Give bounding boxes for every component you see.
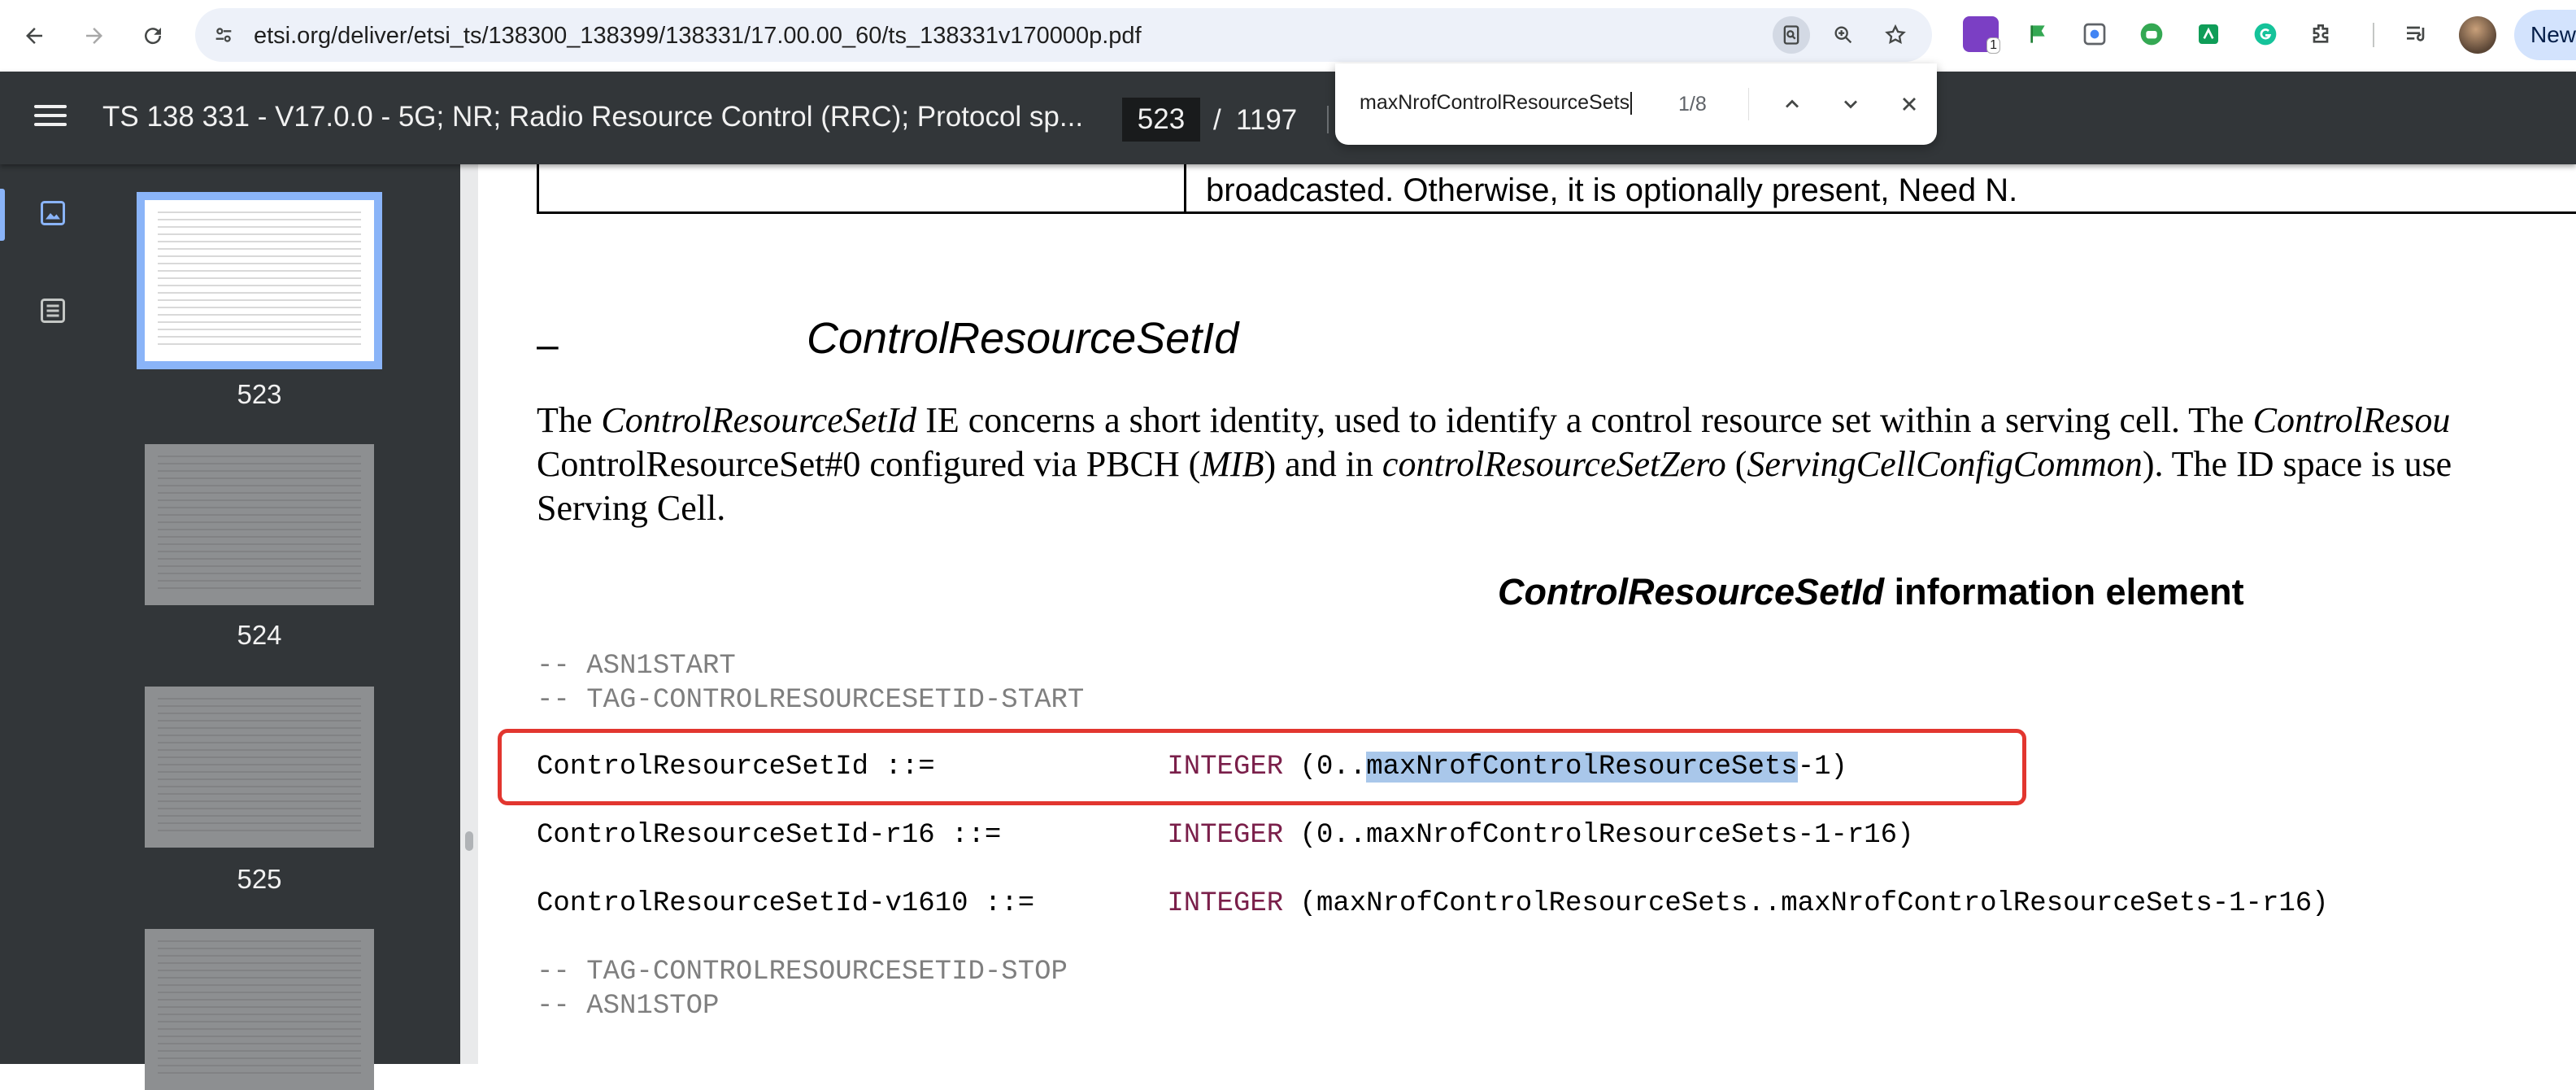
- thumbnail-preview: [158, 940, 361, 1079]
- find-close-button[interactable]: [1890, 85, 1929, 124]
- clause-title: ControlResourceSetId: [807, 314, 1239, 363]
- paragraph-line: The ControlResourceSetId IE concerns a s…: [537, 400, 2451, 440]
- find-next-button[interactable]: [1831, 85, 1870, 124]
- reload-button[interactable]: [133, 16, 172, 55]
- asn-comment: -- TAG-CONTROLRESOURCESETID-START: [537, 685, 1085, 716]
- grammarly-icon[interactable]: [2247, 16, 2283, 52]
- thumbnail-sidebar: 523 524 525: [0, 164, 460, 1090]
- image-icon: [41, 201, 65, 225]
- paragraph-line: Serving Cell.: [537, 488, 726, 528]
- pdf-toolbar: TS 138 331 - V17.0.0 - 5G; NR; Radio Res…: [0, 72, 2576, 164]
- page-total: 1197: [1236, 104, 1298, 136]
- extension-script-icon[interactable]: [2191, 16, 2226, 52]
- forward-arrow-icon: [86, 28, 102, 44]
- new-button[interactable]: New: [2514, 10, 2576, 60]
- browser-toolbar: etsi.org/deliver/etsi_ts/138300_138399/1…: [0, 0, 2576, 72]
- thumbnail-page-525[interactable]: [145, 687, 374, 848]
- thumbnail-preview: [158, 456, 361, 594]
- sidebar-resize-handle[interactable]: [460, 164, 478, 1064]
- star-icon[interactable]: [1877, 16, 1914, 54]
- chevron-down-icon: [1844, 100, 1857, 109]
- url-text[interactable]: etsi.org/deliver/etsi_ts/138300_138399/1…: [254, 23, 1142, 50]
- thumbnail-preview: [158, 211, 361, 350]
- extension-icon[interactable]: 1: [1963, 16, 2000, 54]
- paragraph-line: ControlResourceSet#0 configured via PBCH…: [537, 444, 2452, 484]
- zoom-icon[interactable]: [1825, 16, 1862, 54]
- asn-comment: -- ASN1STOP: [537, 991, 720, 1022]
- page-number-input[interactable]: 523: [1122, 98, 1200, 142]
- thumbnail-page-526[interactable]: [145, 929, 374, 1090]
- thumbnail-page-524[interactable]: [145, 444, 374, 605]
- extension-camera-icon[interactable]: [2077, 16, 2113, 52]
- menu-icon[interactable]: [29, 99, 72, 137]
- find-input[interactable]: maxNrofControlResourceSets: [1360, 91, 1633, 116]
- forward-button[interactable]: [75, 16, 114, 55]
- close-icon: [1903, 98, 1916, 111]
- asn-line: ControlResourceSetId-v1610 ::= INTEGER (…: [537, 888, 2329, 919]
- find-match-count: 1/8: [1678, 93, 1707, 116]
- find-query-text: maxNrofControlResourceSets: [1360, 91, 1630, 114]
- outline-tab[interactable]: [0, 262, 106, 360]
- media-control-icon[interactable]: [2399, 16, 2435, 52]
- clause-dash: –: [537, 324, 559, 367]
- extension-flag-icon[interactable]: [2021, 16, 2057, 52]
- ie-heading: ControlResourceSetId information element: [1498, 571, 2244, 613]
- thumbnail-preview: [158, 698, 361, 836]
- document-title: TS 138 331 - V17.0.0 - 5G; NR; Radio Res…: [102, 101, 1084, 133]
- table-cell-text: broadcasted. Otherwise, it is optionally…: [1206, 172, 2018, 208]
- toolbar-divider: [2373, 23, 2374, 47]
- find-previous-button[interactable]: [1773, 85, 1812, 124]
- text-caret: [1630, 92, 1633, 116]
- resize-grip: [465, 831, 473, 851]
- toolbar-divider: [1327, 106, 1329, 133]
- asn-comment: -- ASN1START: [537, 651, 736, 682]
- chevron-up-icon: [1786, 99, 1799, 108]
- back-button[interactable]: [15, 16, 54, 55]
- reload-icon: [145, 28, 162, 45]
- avatar[interactable]: [2459, 16, 2496, 54]
- asn-comment: -- TAG-CONTROLRESOURCESETID-STOP: [537, 957, 1068, 988]
- site-info-icon[interactable]: [207, 18, 241, 52]
- search-match-highlight: maxNrofControlResourceSets: [1366, 752, 1798, 783]
- thumbnail-label: 524: [237, 620, 282, 650]
- pdf-search-icon[interactable]: [1773, 16, 1810, 54]
- thumbnail-label: 525: [237, 864, 282, 894]
- back-arrow-icon: [26, 28, 42, 44]
- thumbnail-label: 523: [237, 379, 282, 409]
- description-paragraph: The ControlResourceSetId IE concerns a s…: [537, 399, 2576, 530]
- asn-line: ControlResourceSetId ::= INTEGER (0..max…: [537, 752, 1847, 783]
- table-column-divider: [1184, 164, 1186, 211]
- document-outline-icon: [41, 299, 65, 323]
- address-bar[interactable]: etsi.org/deliver/etsi_ts/138300_138399/1…: [195, 8, 1932, 62]
- asn-line: ControlResourceSetId-r16 ::= INTEGER (0.…: [537, 820, 1914, 851]
- pdf-page: broadcasted. Otherwise, it is optionally…: [478, 164, 2576, 1064]
- find-bar: maxNrofControlResourceSets 1/8: [1335, 63, 1937, 145]
- thumbnails-tab[interactable]: [0, 164, 106, 262]
- find-divider: [1748, 88, 1749, 120]
- extensions-puzzle-icon[interactable]: [2303, 16, 2339, 52]
- thumbnail-page-523[interactable]: [137, 192, 382, 369]
- extension-robot-icon[interactable]: [2134, 16, 2169, 52]
- page-separator: /: [1213, 104, 1221, 136]
